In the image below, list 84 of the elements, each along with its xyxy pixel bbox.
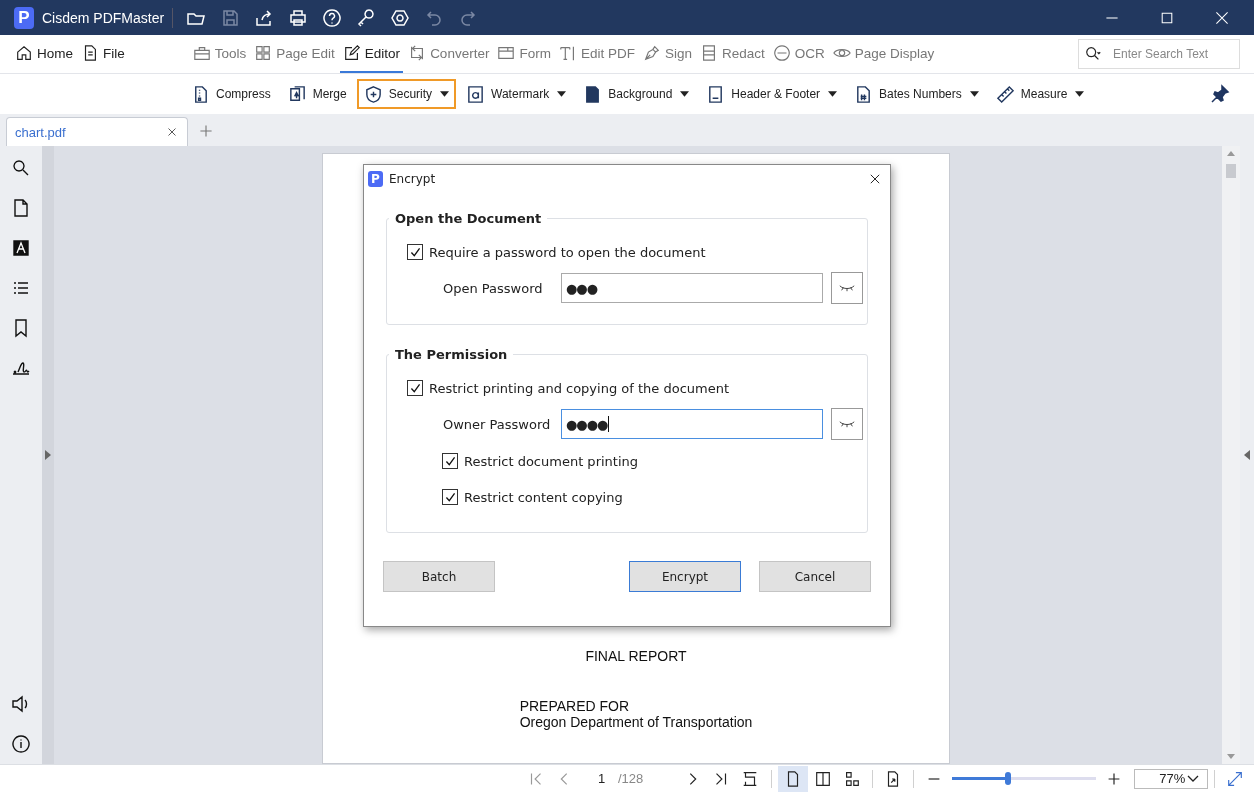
checkbox-label: Restrict document printing	[464, 453, 639, 469]
merge-icon	[287, 84, 307, 104]
document-tab[interactable]: chart.pdf	[6, 117, 188, 146]
page-text: FINAL REPORT	[585, 648, 687, 664]
checkmark-icon	[408, 245, 422, 259]
page-count: /128	[618, 771, 644, 786]
ribbon-button[interactable]: Compress	[184, 79, 278, 109]
ribbon-button[interactable]: Bates Numbers	[847, 79, 986, 109]
caret-icon	[680, 91, 690, 97]
page-number-field[interactable]: 1	[598, 771, 618, 786]
text-icon	[558, 44, 577, 62]
print-icon[interactable]	[288, 7, 309, 28]
dialog-button[interactable]: Cancel	[759, 561, 871, 592]
section-title: Open the Document	[394, 211, 543, 226]
closed-eye-icon	[838, 419, 856, 429]
settings-icon[interactable]	[390, 7, 411, 28]
checkbox-label: Restrict content copying	[464, 489, 623, 505]
menu-tab[interactable]: Home	[12, 35, 76, 73]
section-title: The Permission	[394, 347, 509, 362]
dialog-title: Encrypt	[389, 171, 436, 186]
key-icon[interactable]	[356, 7, 377, 28]
search-field[interactable]: Enter Search Text	[1078, 39, 1240, 69]
form-icon	[497, 44, 516, 62]
caret-icon	[440, 91, 450, 97]
checkbox-label: Restrict printing and copying of the document	[429, 380, 730, 396]
zoom-slider[interactable]	[952, 772, 1097, 785]
password-field[interactable]: ●●●	[561, 273, 823, 303]
closed-eye-icon	[838, 283, 856, 293]
info-icon[interactable]	[11, 734, 31, 754]
checkmark-icon	[443, 454, 457, 468]
show-password-button[interactable]	[831, 272, 863, 304]
continuous-pages-icon[interactable]	[843, 769, 862, 788]
app-logo: P	[368, 170, 383, 187]
checkbox-label: Require a password to open the document	[429, 244, 706, 260]
save-icon[interactable]	[220, 7, 241, 28]
collapse-arrow-icon[interactable]	[1244, 450, 1250, 460]
ribbon-button[interactable]: Measure	[988, 79, 1092, 109]
ribbon-button[interactable]: Watermark	[459, 79, 574, 109]
text-frame-icon[interactable]	[11, 238, 31, 258]
letter-box-icon	[466, 84, 486, 104]
zoom-dropdown[interactable]: 77%	[1134, 768, 1209, 789]
caret-icon	[1075, 91, 1085, 97]
grid-icon	[254, 44, 273, 62]
caret-icon	[557, 91, 567, 97]
ruler-icon	[995, 84, 1015, 104]
ribbon-button[interactable]: Header & Footer	[699, 79, 845, 109]
dialog-button[interactable]: Encrypt	[629, 561, 741, 592]
fullscreen-icon[interactable]	[1226, 769, 1245, 788]
caret-icon	[969, 91, 979, 97]
toolbox-icon	[192, 44, 211, 62]
caret-icon	[828, 91, 838, 97]
edit-icon	[342, 44, 361, 62]
app-logo: P	[14, 6, 34, 29]
single-page-icon[interactable]	[778, 765, 809, 792]
chevron-down-icon	[1187, 774, 1200, 783]
show-password-button[interactable]	[831, 408, 863, 440]
ribbon-button[interactable]: Merge	[280, 79, 354, 109]
page-text: PREPARED FOR	[519, 698, 631, 714]
scrollbar[interactable]	[1222, 146, 1240, 764]
field-label: Owner Password	[443, 416, 552, 432]
checkmark-icon	[443, 490, 457, 504]
page-icon[interactable]	[11, 198, 31, 218]
help-icon[interactable]	[322, 7, 343, 28]
checkbox[interactable]	[407, 244, 423, 260]
checkbox[interactable]	[442, 489, 458, 505]
home-icon	[15, 44, 33, 62]
window-title: Cisdem PDFMaster	[42, 9, 165, 26]
dialog-button[interactable]: Batch	[383, 561, 495, 592]
search-icon[interactable]	[11, 158, 31, 178]
pin-icon[interactable]	[1210, 84, 1230, 104]
shield-icon	[363, 84, 383, 104]
expand-arrow-icon[interactable]	[45, 450, 51, 460]
menu-tab[interactable]: File	[78, 35, 128, 73]
password-field[interactable]: ●●●●	[561, 409, 823, 439]
field-label: Open Password	[443, 280, 544, 296]
checkbox[interactable]	[407, 380, 423, 396]
pen-icon	[642, 44, 661, 62]
checkbox[interactable]	[442, 453, 458, 469]
ribbon-button[interactable]: Security	[356, 79, 457, 109]
slider-thumb[interactable]	[1005, 772, 1012, 785]
close-icon[interactable]	[1214, 9, 1230, 26]
page-text: Oregon Department of Transportation	[519, 714, 753, 730]
ribbon-button[interactable]: Background	[576, 79, 697, 109]
checkmark-icon	[408, 381, 422, 395]
